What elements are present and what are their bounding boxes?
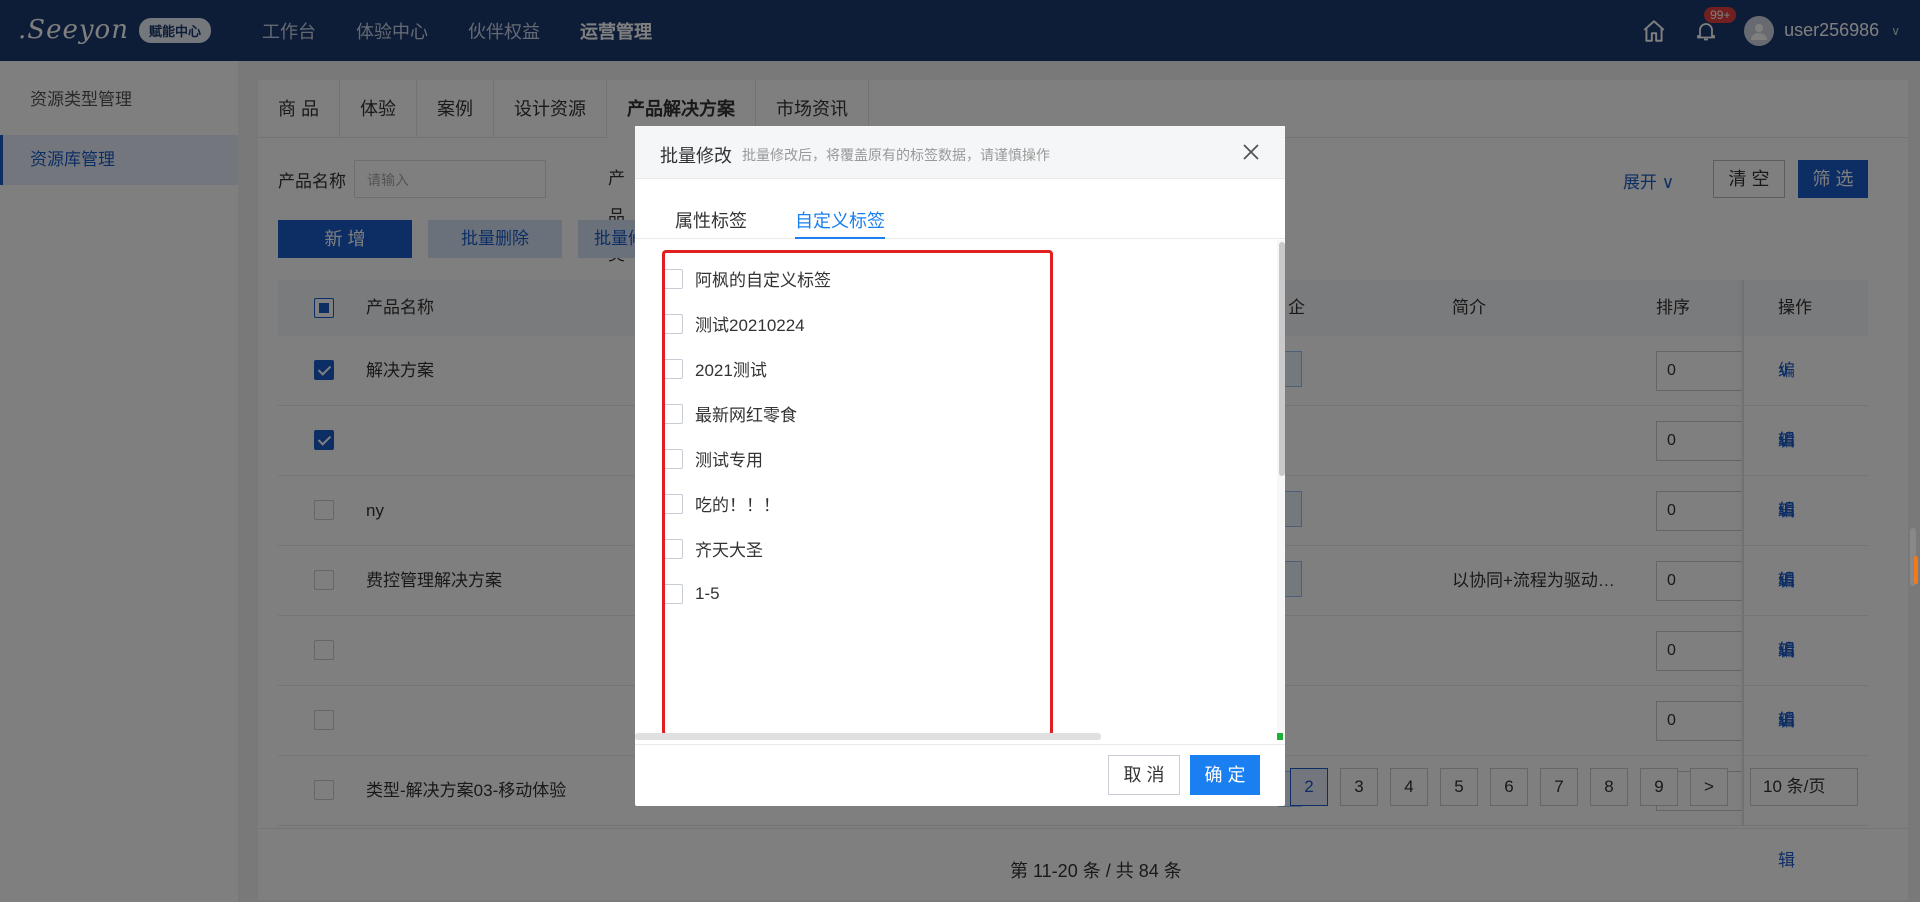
tab-attribute-tags[interactable]: 属性标签 — [675, 207, 747, 233]
modal-tabs: 属性标签 自定义标签 — [635, 179, 1285, 239]
scroll-corner-marker — [1277, 733, 1283, 740]
tag-list-scrollbar[interactable] — [1279, 242, 1285, 476]
modal-title: 批量修改 — [660, 146, 732, 166]
tab-custom-tags[interactable]: 自定义标签 — [795, 207, 885, 239]
close-icon[interactable] — [1239, 140, 1263, 164]
modal-footer: 取 消 确 定 — [635, 744, 1285, 806]
highlight-frame — [662, 250, 1053, 736]
modal-hint: 批量修改后，将覆盖原有的标签数据，请谨慎操作 — [742, 147, 1050, 163]
tag-list-horizontal-scrollbar[interactable] — [635, 733, 1101, 740]
cancel-button[interactable]: 取 消 — [1108, 755, 1180, 795]
batch-edit-modal: 批量修改 批量修改后，将覆盖原有的标签数据，请谨慎操作 属性标签 自定义标签 阿… — [635, 126, 1285, 806]
page-scrollbar-marker — [1914, 556, 1918, 584]
modal-header: 批量修改 批量修改后，将覆盖原有的标签数据，请谨慎操作 — [635, 126, 1285, 179]
confirm-button[interactable]: 确 定 — [1190, 755, 1260, 795]
